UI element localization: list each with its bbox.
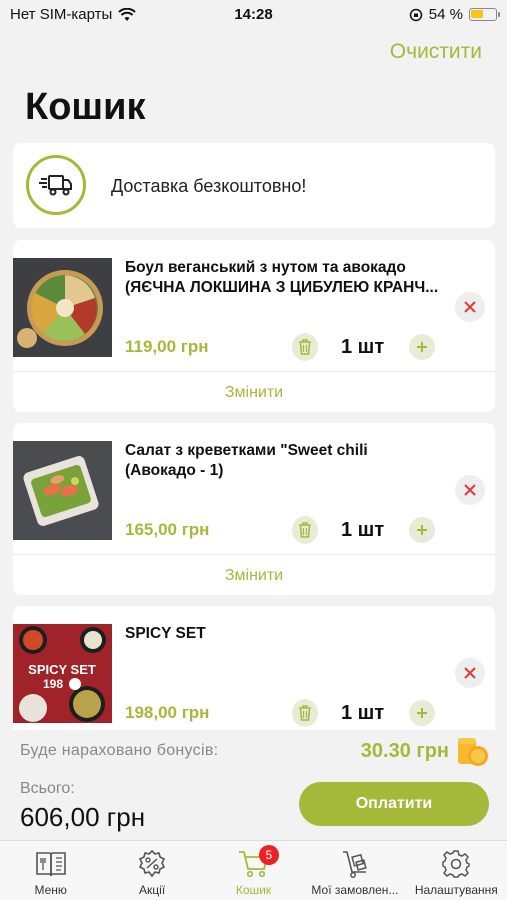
item-image: SPICY SET 198 [13, 624, 112, 723]
gear-icon [439, 849, 473, 879]
cart-count-badge: 5 [258, 845, 279, 865]
item-quantity: 1 шт [341, 519, 385, 541]
discount-icon [135, 849, 169, 879]
delivery-truck-icon [26, 155, 86, 215]
item-price: 119,00 грн [125, 337, 209, 356]
trash-icon [299, 339, 311, 355]
plus-icon [417, 708, 427, 718]
page-title: Кошик [25, 86, 146, 128]
tab-label: Налаштування [414, 883, 498, 897]
decrease-quantity-button[interactable] [292, 516, 318, 544]
item-name-line: (Авокадо - 1) [125, 462, 224, 479]
remove-item-button[interactable] [455, 658, 485, 688]
item-name: Боул веганський з нутом та авокадо (ЯЄЧН… [125, 258, 475, 298]
item-name: SPICY SET [125, 624, 475, 644]
close-icon [464, 301, 476, 313]
image-caption: SPICY SET [28, 662, 96, 677]
tab-label: Акції [139, 883, 166, 897]
divider [13, 554, 495, 555]
item-name-line: Салат з креветками "Sweet chili [125, 442, 368, 459]
close-icon [464, 667, 476, 679]
order-summary: Буде нараховано бонусів: 30.30 грн Всьог… [0, 730, 507, 840]
increase-quantity-button[interactable] [409, 700, 435, 726]
total-label: Всього: [20, 780, 75, 797]
delivery-text: Доставка безкоштовно! [111, 176, 307, 196]
item-name: Салат з креветками "Sweet chili (Авокадо… [125, 441, 475, 481]
item-quantity: 1 шт [341, 336, 385, 358]
tab-settings[interactable]: Налаштування [406, 841, 507, 900]
clear-cart-link[interactable]: Очистити [390, 40, 482, 64]
cart-item: Боул веганський з нутом та авокадо (ЯЄЧН… [13, 240, 495, 412]
trash-icon [299, 705, 311, 721]
battery-level [471, 10, 484, 18]
menu-book-icon [34, 849, 68, 879]
remove-item-button[interactable] [455, 475, 485, 505]
plus-icon [417, 525, 427, 535]
close-icon [464, 484, 476, 496]
total-value: 606,00 грн [20, 802, 146, 832]
plus-icon [417, 342, 427, 352]
tab-label: Меню [34, 883, 67, 897]
battery-percent: 54 % [428, 6, 463, 23]
increase-quantity-button[interactable] [409, 517, 435, 543]
pay-button[interactable]: Оплатити [299, 782, 489, 826]
change-item-button[interactable]: Змінити [13, 384, 495, 402]
decrease-quantity-button[interactable] [292, 699, 318, 727]
change-item-button[interactable]: Змінити [13, 567, 495, 585]
increase-quantity-button[interactable] [409, 334, 435, 360]
coins-icon [458, 738, 488, 766]
item-name-line: Боул веганський з нутом та авокадо [125, 259, 406, 276]
item-image [13, 258, 112, 357]
item-quantity: 1 шт [341, 702, 385, 724]
item-image [13, 441, 112, 540]
image-price: 198 [43, 677, 63, 691]
delivery-card: Доставка безкоштовно! [13, 143, 495, 228]
item-price: 165,00 грн [125, 520, 210, 539]
item-name-line: (ЯЄЧНА ЛОКШИНА З ЦИБУЛЕЮ КРАНЧ... [125, 279, 439, 296]
cart-item: Салат з креветками "Sweet chili (Авокадо… [13, 423, 495, 595]
trash-icon [299, 522, 311, 538]
decrease-quantity-button[interactable] [292, 333, 318, 361]
status-right: 54 % [409, 6, 500, 23]
item-name-line: SPICY SET [125, 625, 206, 642]
orders-icon [338, 849, 372, 879]
tab-label: Мої замовлен... [311, 883, 399, 897]
cart-item: SPICY SET 198 SPICY SET 198,00 грн 1 шт [13, 606, 495, 730]
status-bar: Нет SIM-карты 14:28 54 % [0, 0, 507, 30]
tab-menu[interactable]: Меню [0, 841, 101, 900]
bonus-value: 30.30 грн [360, 740, 449, 762]
cart-items-list[interactable]: Боул веганський з нутом та авокадо (ЯЄЧН… [0, 238, 507, 730]
remove-item-button[interactable] [455, 292, 485, 322]
bonus-label: Буде нараховано бонусів: [20, 742, 219, 759]
tab-bar: Меню Акції 5 Кошик Мої замовлен... Налаш… [0, 840, 507, 900]
battery-icon [469, 8, 500, 21]
item-price: 198,00 грн [125, 703, 210, 722]
rotation-lock-icon [409, 8, 423, 21]
tab-promotions[interactable]: Акції [101, 841, 202, 900]
tab-label: Кошик [235, 883, 272, 897]
tab-cart[interactable]: 5 Кошик [203, 841, 304, 900]
divider [13, 371, 495, 372]
tab-my-orders[interactable]: Мої замовлен... [304, 841, 405, 900]
